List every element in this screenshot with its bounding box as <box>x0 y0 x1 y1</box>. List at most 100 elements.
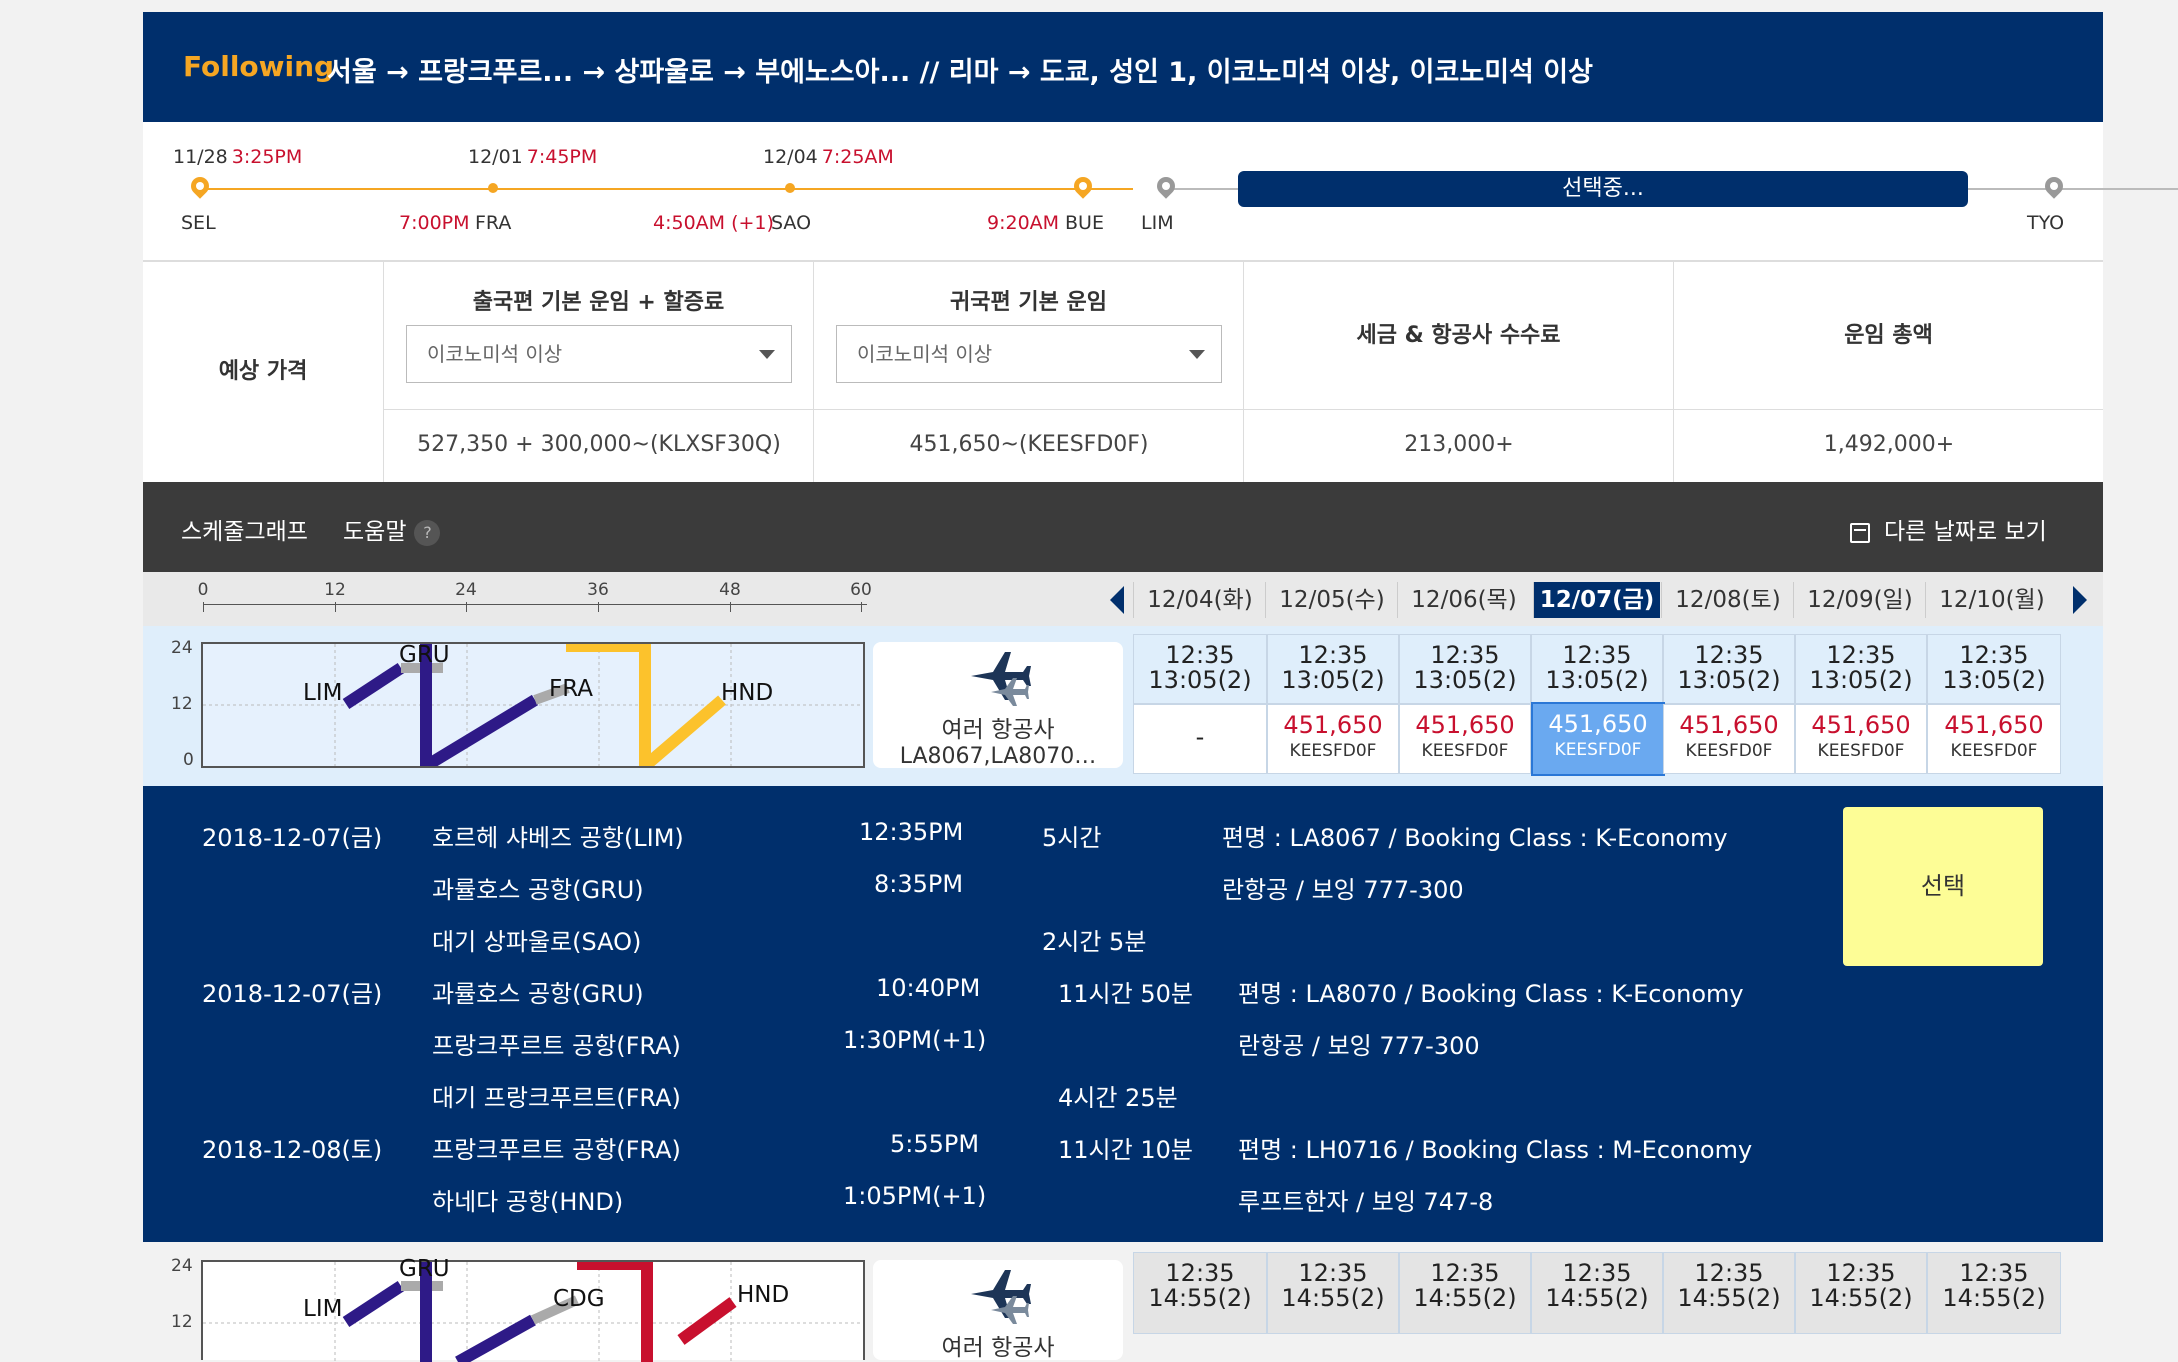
schedule-graph-svg <box>203 1262 863 1362</box>
stop-dot-icon <box>488 183 498 193</box>
flight-option-row[interactable]: 24 12 LIM GRU CDG HND 여러 항공사 12:35 14:55… <box>143 1244 2103 1362</box>
airport-name: 호르헤 샤베즈 공항(LIM) <box>432 824 684 852</box>
flight-time: 10:40PM <box>876 974 981 1002</box>
date-tab[interactable]: 12/08(토) <box>1661 582 1794 618</box>
airline-box: 여러 항공사 LA8067,LA8070… <box>873 642 1123 769</box>
following-label[interactable]: Following <box>183 50 334 83</box>
fare-cell[interactable]: 451,650 KEESFD0F <box>1663 704 1795 774</box>
selecting-bar[interactable]: 선택중... <box>1238 171 1968 207</box>
fare-price: 451,650 <box>1415 711 1515 739</box>
help-label: 도움말 <box>343 519 407 545</box>
flight-duration: 11시간 50분 <box>1058 980 1193 1008</box>
graph-airport-label: FRA <box>549 676 594 702</box>
flight-time: 8:35PM <box>874 870 964 898</box>
location-pin-icon <box>1070 173 1096 199</box>
flight-segment-fra-hnd <box>566 644 726 766</box>
time-cell: 12:35 13:05(2) <box>1133 634 1267 704</box>
date-tab[interactable]: 12/10(월) <box>1925 582 2058 618</box>
flight-duration: 5시간 <box>1042 824 1102 852</box>
fare-cell[interactable]: 451,650 KEESFD0F <box>1267 704 1399 774</box>
axis-tick-label: 0 <box>197 580 209 600</box>
axis-tick <box>466 602 467 612</box>
hours-axis-line <box>203 604 867 605</box>
prev-dates-arrow-icon[interactable] <box>1110 586 1124 614</box>
fare-cell[interactable]: - <box>1133 704 1267 774</box>
airport-name: 프랑크푸르트 공항(FRA) <box>432 1136 681 1164</box>
question-icon: ? <box>414 519 441 546</box>
graph-airport-label: LIM <box>303 680 343 706</box>
fare-code: KEESFD0F <box>1685 741 1773 761</box>
flight-time: 5:55PM <box>890 1130 980 1158</box>
location-pin-icon <box>2041 173 2067 199</box>
graph-airport-label: HND <box>737 1282 790 1308</box>
stop-code: SAO <box>771 212 812 234</box>
axis-tick <box>730 602 731 612</box>
stop-code: SEL <box>181 212 216 234</box>
layover-place: 대기 상파울로(SAO) <box>432 928 642 956</box>
axis-tick <box>861 602 862 612</box>
airplane-icon <box>971 652 1031 706</box>
inbound-cabin-select[interactable]: 이코노미석 이상 <box>836 325 1222 383</box>
completed-route-line <box>200 188 1133 190</box>
schedule-graph-tab[interactable]: 스케줄그래프 <box>181 512 308 546</box>
airport-name: 프랑크푸르트 공항(FRA) <box>432 1032 681 1060</box>
fare-cell[interactable]: 451,650 KEESFD0F <box>1399 704 1531 774</box>
time-cell: 12:35 14:55(2) <box>1927 1252 2061 1334</box>
layover-duration: 4시간 25분 <box>1058 1084 1178 1112</box>
axis-tick-label: 48 <box>719 580 741 600</box>
fare-cell[interactable]: 451,650 KEESFD0F <box>1927 704 2061 774</box>
flight-option-row[interactable]: 24 12 0 LIM GRU FRA HND 여러 항공사 LA8067,LA… <box>143 626 2103 786</box>
date-tab[interactable]: 12/06(목) <box>1397 582 1530 618</box>
axis-tick-label: 60 <box>850 580 872 600</box>
fare-code: KEESFD0F <box>1817 741 1905 761</box>
fare-price: 451,650 <box>1679 711 1779 739</box>
total-fare-cell: 1,492,000+ <box>1673 410 2103 482</box>
graph-y-label: 12 <box>171 1312 193 1332</box>
fare-price: 451,650 <box>1548 710 1648 738</box>
select-button[interactable]: 선택 <box>1843 807 2043 966</box>
time-cell: 12:35 13:05(2) <box>1927 634 2061 704</box>
schedule-graph: LIM GRU CDG HND <box>201 1256 865 1362</box>
help-link[interactable]: 도움말? <box>343 512 441 546</box>
fare-cell-selected[interactable]: 451,650 KEESFD0F <box>1531 702 1665 776</box>
flight-numbers: LA8067,LA8070… <box>899 744 1097 769</box>
tax-value: 213,000+ <box>1404 432 1514 457</box>
other-dates-button[interactable]: 다른 날짜로 보기 <box>1850 512 2047 546</box>
layover-duration: 2시간 5분 <box>1042 928 1147 956</box>
stop-code: FRA <box>475 212 512 234</box>
stop-arrival-time: 4:50AM (+1) <box>653 212 774 234</box>
time-cell: 12:35 13:05(2) <box>1531 634 1663 704</box>
time-cell: 12:35 14:55(2) <box>1399 1252 1531 1334</box>
flight-info: 편명 : LH0716 / Booking Class : M-Economy <box>1238 1136 1753 1164</box>
flight-time: 1:05PM(+1) <box>843 1182 987 1210</box>
fare-code: KEESFD0F <box>1554 740 1642 760</box>
total-fare-value: 1,492,000+ <box>1823 432 1955 457</box>
route-summary: 서울 → 프랑크푸르... → 상파울로 → 부에노스아... // 리마 → … <box>327 57 1593 88</box>
date-tab[interactable]: 12/05(수) <box>1265 582 1398 618</box>
axis-tick <box>598 602 599 612</box>
date-tab[interactable]: 12/09(일) <box>1793 582 1926 618</box>
airline-name: 여러 항공사 <box>941 1335 1055 1361</box>
location-pin-icon <box>1153 173 1179 199</box>
date-tab[interactable]: 12/04(화) <box>1133 582 1266 618</box>
segment-date: 2018-12-08(토) <box>202 1136 383 1164</box>
outbound-cabin-select[interactable]: 이코노미석 이상 <box>406 325 792 383</box>
aircraft-info: 루프트한자 / 보잉 747-8 <box>1238 1188 1494 1216</box>
time-cell: 12:35 13:05(2) <box>1267 634 1399 704</box>
graph-y-label: 24 <box>171 1256 193 1276</box>
itinerary-timeline: 11/28 3:25PM 12/01 7:45PM 12/04 7:25AM 선택중.… <box>143 122 2178 262</box>
chevron-down-icon <box>1189 350 1205 359</box>
graph-airport-label: CDG <box>553 1286 605 1312</box>
schedule-graph: LIM GRU FRA HND <box>201 642 865 768</box>
axis-tick <box>203 602 204 612</box>
next-dates-arrow-icon[interactable] <box>2073 586 2087 614</box>
date-tab-selected[interactable]: 12/07(금) <box>1533 582 1660 618</box>
inbound-fare-header: 귀국편 기본 운임 <box>950 290 1107 315</box>
graph-airport-label: GRU <box>399 1256 450 1282</box>
fare-cell[interactable]: 451,650 KEESFD0F <box>1795 704 1927 774</box>
inbound-fare-cell: 451,650~(KEESFD0F) <box>813 410 1243 482</box>
fare-price: 451,650 <box>1283 711 1383 739</box>
estimated-price-label: 예상 가격 <box>218 359 308 384</box>
calendar-icon <box>1850 522 1870 543</box>
axis-tick-label: 24 <box>455 580 477 600</box>
